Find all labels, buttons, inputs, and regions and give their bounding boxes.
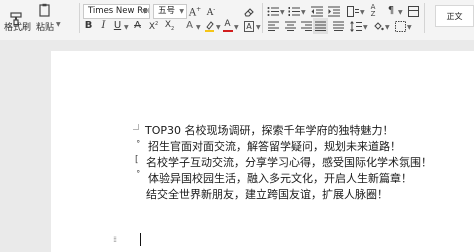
document-line[interactable]: 招生官面对面交流，解答留学疑问，规划未来道路！ bbox=[148, 140, 401, 154]
align-left-button[interactable] bbox=[266, 19, 280, 33]
highlight-dropdown-icon[interactable]: ▼ bbox=[216, 24, 221, 31]
underline-dropdown-icon[interactable]: ▼ bbox=[124, 24, 129, 31]
borders-dropdown-icon[interactable]: ▼ bbox=[407, 24, 412, 31]
subscript-button[interactable]: X2 bbox=[163, 19, 176, 33]
align-right-icon bbox=[300, 21, 312, 31]
increase-indent-button[interactable] bbox=[327, 4, 341, 18]
font-color-icon: A bbox=[224, 19, 231, 29]
font-color-button[interactable]: A bbox=[221, 19, 234, 33]
line-spacing-dropdown-icon[interactable]: ▼ bbox=[363, 24, 368, 31]
underline-button[interactable]: U bbox=[111, 19, 124, 33]
show-marks-button[interactable]: ¶ bbox=[384, 4, 398, 18]
strikethrough-icon: A bbox=[134, 20, 141, 31]
subscript-icon: X2 bbox=[164, 20, 175, 32]
ribbon-toolbar: 格式刷 粘贴 ▼ Times New Rom ▼ 五号 ▼ A+ A- B I bbox=[0, 0, 474, 40]
format-painter-label: 格式刷 bbox=[4, 23, 32, 33]
strikethrough-button[interactable]: A bbox=[131, 19, 144, 33]
shading-button[interactable] bbox=[371, 19, 385, 33]
align-center-button[interactable] bbox=[283, 19, 297, 33]
document-line[interactable]: 体验异国校园生活，融入多元文化，开启人生新篇章！ bbox=[148, 172, 412, 186]
char-border-dropdown-icon[interactable]: ▼ bbox=[256, 24, 261, 31]
font-color-dropdown-icon[interactable]: ▼ bbox=[234, 24, 239, 31]
paragraph-marker: ˚ bbox=[136, 141, 141, 151]
superscript-icon: X2 bbox=[148, 20, 159, 32]
align-distributed-icon bbox=[332, 21, 344, 31]
eraser-icon bbox=[244, 7, 254, 17]
paragraph-mark-icon: ¶ bbox=[387, 5, 395, 16]
chinese-layout-button[interactable] bbox=[346, 4, 360, 18]
font-name-value: Times New Rom bbox=[88, 6, 150, 16]
decrease-indent-button[interactable] bbox=[310, 4, 324, 18]
numbering-button[interactable] bbox=[287, 4, 301, 18]
chevron-down-icon: ▼ bbox=[142, 8, 147, 15]
paragraph-marker: ˚ bbox=[136, 171, 141, 181]
justify-button[interactable] bbox=[313, 18, 328, 34]
text-cursor bbox=[140, 233, 141, 246]
char-border-icon: A bbox=[244, 20, 254, 32]
paste-dropdown-icon[interactable]: ▼ bbox=[56, 21, 61, 28]
outdent-icon bbox=[311, 6, 323, 16]
style-normal[interactable]: 正文 bbox=[435, 5, 474, 27]
paragraph-marker: [ bbox=[135, 155, 139, 165]
highlighter-icon bbox=[205, 21, 214, 32]
chinese-layout-dropdown-icon[interactable]: ▼ bbox=[360, 9, 365, 16]
italic-button[interactable]: I bbox=[97, 19, 110, 33]
show-marks-dropdown-icon[interactable]: ▼ bbox=[398, 9, 403, 16]
layout-grid-icon bbox=[407, 5, 419, 17]
grow-font-button[interactable]: A+ bbox=[188, 4, 202, 19]
line-spacing-button[interactable] bbox=[349, 19, 363, 33]
grow-font-icon: A+ bbox=[188, 5, 202, 19]
highlight-button[interactable] bbox=[203, 19, 216, 33]
chevron-down-icon: ▼ bbox=[179, 8, 184, 15]
font-name-select[interactable]: Times New Rom ▼ bbox=[83, 4, 150, 19]
sort-button[interactable]: AZ bbox=[366, 4, 380, 18]
superscript-button[interactable]: X2 bbox=[147, 19, 160, 33]
bulleted-list-icon bbox=[267, 6, 279, 16]
font-color-swatch bbox=[222, 30, 233, 32]
align-left-icon bbox=[267, 21, 279, 31]
clear-formatting-button[interactable] bbox=[242, 4, 256, 19]
style-normal-label: 正文 bbox=[446, 11, 463, 21]
numbered-list-icon bbox=[288, 6, 300, 16]
align-right-button[interactable] bbox=[299, 19, 313, 33]
drag-handle-icon[interactable]: ⁞⁞ bbox=[113, 235, 117, 244]
text-effects-button[interactable]: A bbox=[183, 19, 196, 33]
text-effects-icon: A bbox=[186, 20, 193, 31]
paste-button[interactable] bbox=[34, 2, 56, 18]
distributed-align-button[interactable] bbox=[331, 19, 345, 33]
line-spacing-icon bbox=[350, 20, 362, 32]
shrink-font-icon: A- bbox=[206, 6, 216, 18]
paste-label: 粘贴 bbox=[36, 23, 55, 33]
font-size-value: 五号 bbox=[158, 6, 176, 16]
divider bbox=[79, 3, 80, 33]
shrink-font-button[interactable]: A- bbox=[204, 4, 218, 19]
sort-icon: AZ bbox=[370, 3, 376, 18]
underline-icon: U bbox=[113, 20, 122, 31]
bold-icon: B bbox=[84, 20, 93, 31]
document-line[interactable]: 结交全世界新朋友，建立跨国友谊，扩展人脉圈！ bbox=[146, 188, 388, 202]
margin-corner-mark bbox=[133, 124, 139, 130]
indent-icon bbox=[328, 6, 340, 16]
text-effects-dropdown-icon[interactable]: ▼ bbox=[196, 24, 201, 31]
align-justify-icon bbox=[315, 21, 326, 31]
bold-button[interactable]: B bbox=[82, 19, 95, 33]
bullets-button[interactable] bbox=[266, 4, 280, 18]
bullets-dropdown-icon[interactable]: ▼ bbox=[280, 9, 285, 16]
borders-button[interactable] bbox=[393, 19, 407, 33]
clipboard-icon bbox=[39, 3, 50, 17]
paint-bucket-icon bbox=[373, 21, 384, 30]
chinese-layout-icon bbox=[347, 5, 359, 17]
shading-dropdown-icon[interactable]: ▼ bbox=[385, 24, 390, 31]
divider bbox=[262, 3, 263, 33]
italic-icon: I bbox=[101, 20, 106, 31]
numbering-dropdown-icon[interactable]: ▼ bbox=[301, 9, 306, 16]
font-size-select[interactable]: 五号 ▼ bbox=[153, 4, 187, 19]
char-border-button[interactable]: A bbox=[242, 19, 256, 33]
border-icon bbox=[394, 20, 406, 32]
document-line[interactable]: TOP30 名校现场调研，探索千年学府的独特魅力！ bbox=[145, 124, 394, 138]
toggle-view-button[interactable] bbox=[406, 4, 420, 18]
divider bbox=[424, 3, 425, 33]
document-line[interactable]: 名校学子互动交流，分享学习心得，感受国际化学术氛围！ bbox=[146, 156, 432, 170]
align-center-icon bbox=[284, 21, 296, 31]
